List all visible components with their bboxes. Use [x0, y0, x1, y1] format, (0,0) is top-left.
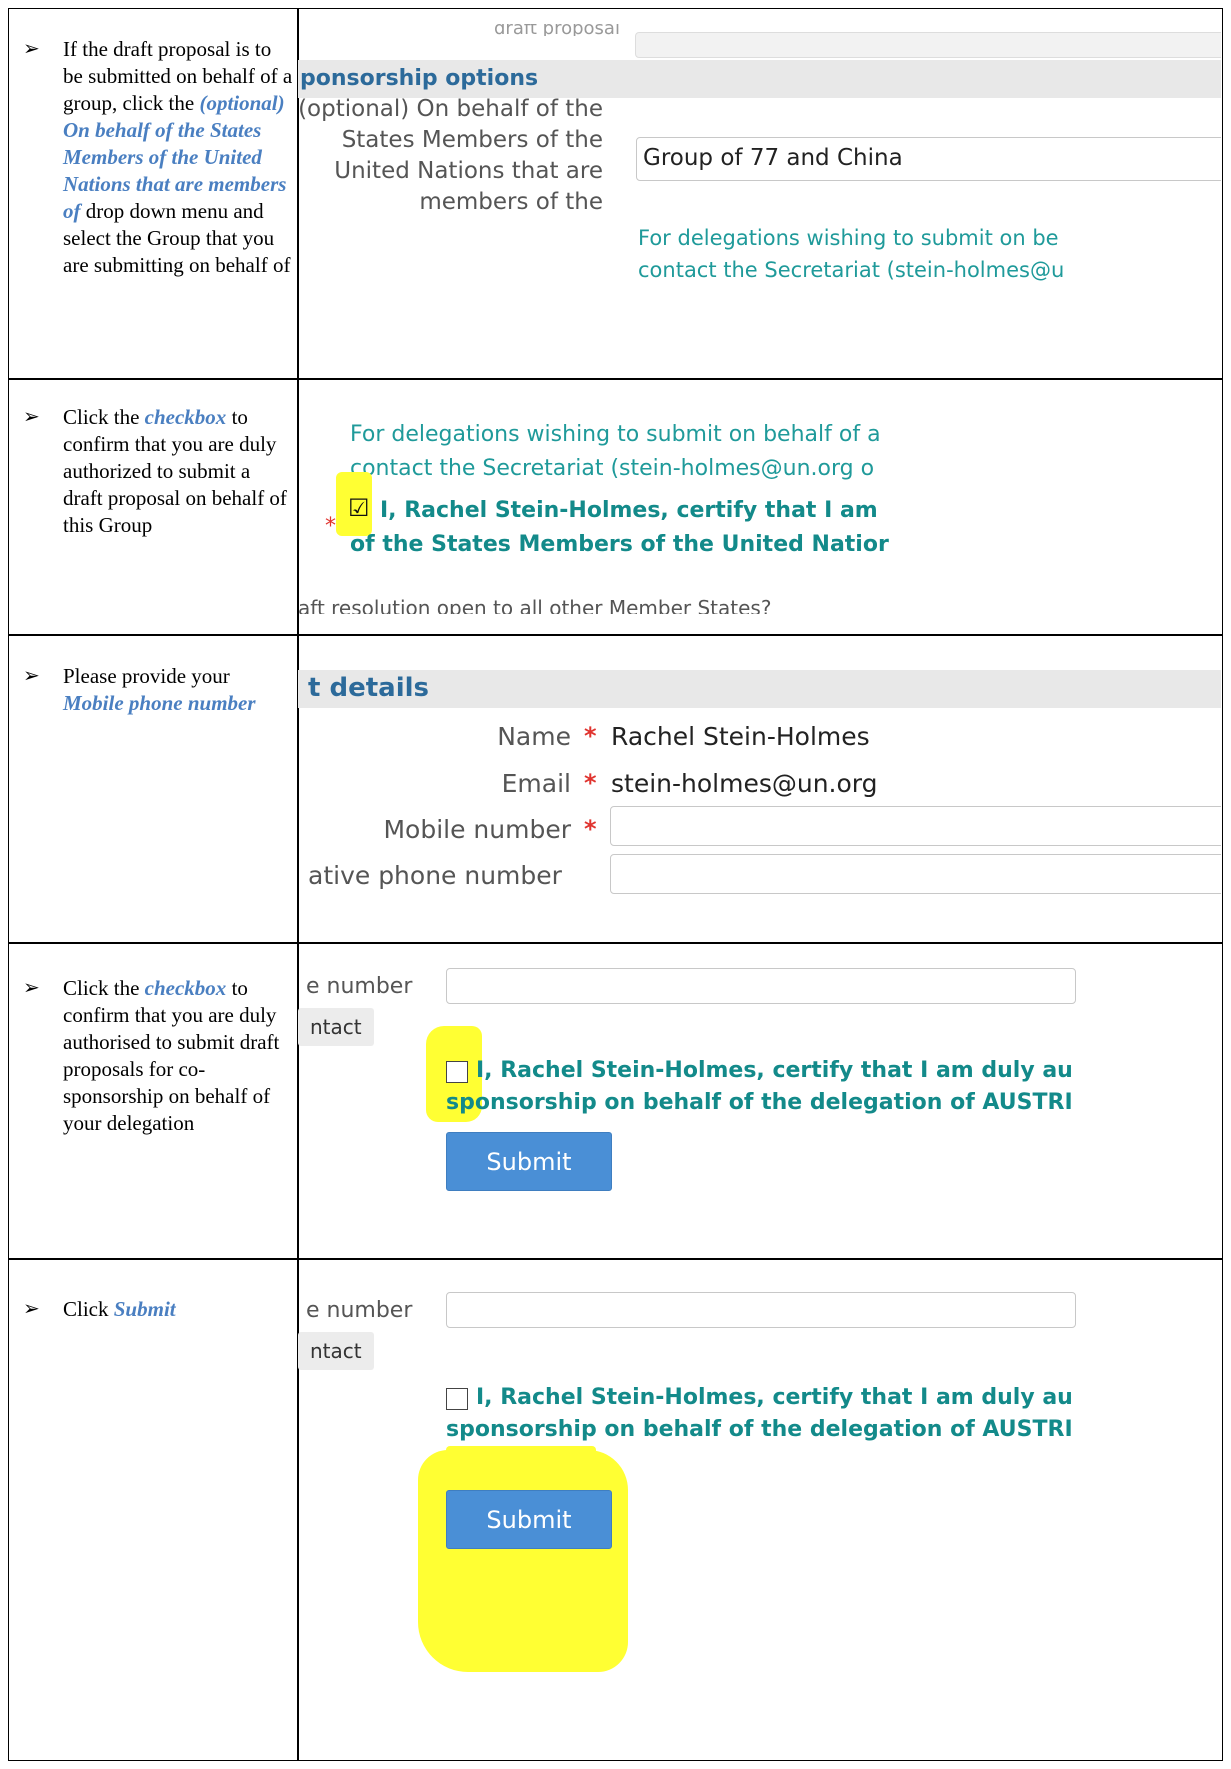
phone-label: e number [306, 1298, 413, 1323]
instruction-text: If the draft proposal is to be submitted… [63, 36, 293, 279]
cropped-text: draft proposal [494, 24, 620, 36]
instruction-text-part: drop down menu and select the Group that… [63, 199, 291, 277]
screenshot-delegation-certification: e number ntact I, Rachel Stein-Holmes, c… [298, 944, 1221, 1258]
group-certify-checkbox[interactable]: ☑ [348, 494, 370, 522]
instruction-cell-1: ➢ If the draft proposal is to be submitt… [8, 10, 297, 378]
required-star: * [325, 514, 336, 539]
email-label: Email [501, 769, 571, 798]
instruction-text: Click the checkbox to confirm that you a… [63, 404, 293, 539]
certify-line: I, Rachel Stein-Holmes, certify that I a… [476, 1058, 1073, 1083]
contact-button[interactable]: ntact [298, 1332, 374, 1370]
screenshot-group-certification: For delegations wishing to submit on beh… [298, 380, 1221, 634]
draft-proposal-field[interactable] [635, 32, 1221, 58]
mobile-number-input[interactable] [610, 806, 1221, 846]
delegation-certify-checkbox[interactable] [446, 1388, 468, 1410]
group-label-line: (optional) On behalf of the [298, 96, 603, 122]
instruction-text: Click Submit [63, 1296, 293, 1323]
required-star: * [584, 815, 597, 843]
alt-phone-label: ative phone number [308, 861, 562, 890]
section-title: t details [308, 673, 429, 703]
group-label-line: United Nations that are [334, 158, 603, 184]
delegation-certify-checkbox[interactable] [446, 1061, 468, 1083]
instruction-text-part: Please provide your [63, 664, 230, 688]
arrow-bullet-icon: ➢ [23, 38, 40, 60]
phone-input[interactable] [446, 1292, 1076, 1328]
highlighted-term: checkbox [144, 976, 227, 1000]
email-value: stein-holmes@un.org [611, 769, 878, 798]
cropped-question-text: aft resolution open to all other Member … [298, 596, 772, 614]
name-value: Rachel Stein-Holmes [611, 722, 870, 751]
secretariat-note-line: For delegations wishing to submit on be [638, 226, 1059, 250]
submit-button[interactable]: Submit [446, 1490, 612, 1549]
screenshot-contact-details: t details Name * Rachel Stein-Holmes Ema… [298, 636, 1221, 942]
group-label-line: members of the [419, 189, 603, 215]
mobile-label: Mobile number [383, 815, 571, 844]
contact-button-label: ntact [310, 1015, 362, 1039]
instruction-text-part: Click [63, 1297, 114, 1321]
instruction-cell-4: ➢ Click the checkbox to confirm that you… [8, 944, 297, 1258]
instruction-cell-5: ➢ Click Submit [8, 1260, 297, 1760]
highlight-marker [446, 1446, 596, 1460]
certify-line: I, Rachel Stein-Holmes, certify that I a… [380, 498, 878, 523]
phone-label: e number [306, 974, 413, 999]
alt-phone-input[interactable] [610, 854, 1221, 894]
highlighted-term: Mobile phone number [63, 691, 256, 715]
certify-line: of the States Members of the United Nati… [350, 532, 889, 557]
secretariat-note-line: contact the Secretariat (stein-holmes@u [638, 258, 1065, 282]
required-star: * [584, 769, 597, 797]
section-header: ponsorship options [298, 60, 1221, 98]
screenshot-submit: e number ntact I, Rachel Stein-Holmes, c… [298, 1260, 1221, 1760]
arrow-bullet-icon: ➢ [23, 406, 40, 428]
required-star: * [584, 722, 597, 750]
name-label: Name [497, 722, 571, 751]
highlighted-term: checkbox [144, 405, 227, 429]
highlight-marker [418, 1450, 628, 1672]
secretariat-note-line: contact the Secretariat (stein-holmes@un… [350, 456, 875, 481]
instruction-cell-3: ➢ Please provide your Mobile phone numbe… [8, 636, 297, 942]
contact-button[interactable]: ntact [298, 1008, 374, 1046]
group-label-line: States Members of the [341, 127, 603, 153]
highlighted-term: Submit [113, 1297, 176, 1321]
submit-button[interactable]: Submit [446, 1132, 612, 1191]
instruction-cell-2: ➢ Click the checkbox to confirm that you… [8, 380, 297, 634]
section-header: t details [298, 670, 1221, 708]
instruction-text: Please provide your Mobile phone number [63, 663, 293, 717]
arrow-bullet-icon: ➢ [23, 977, 40, 999]
certify-line: sponsorship on behalf of the delegation … [446, 1417, 1073, 1442]
group-select-value: Group of 77 and China [643, 145, 903, 171]
instruction-text-part: Click the [63, 976, 145, 1000]
screenshot-sponsorship-options: draft proposal ponsorship options (optio… [298, 10, 1221, 378]
arrow-bullet-icon: ➢ [23, 665, 40, 687]
arrow-bullet-icon: ➢ [23, 1298, 40, 1320]
instruction-text-part: Click the [63, 405, 145, 429]
certify-line: sponsorship on behalf of the delegation … [446, 1090, 1073, 1115]
certify-line: I, Rachel Stein-Holmes, certify that I a… [476, 1385, 1073, 1410]
phone-input[interactable] [446, 968, 1076, 1004]
contact-button-label: ntact [310, 1339, 362, 1363]
section-title: ponsorship options [300, 66, 539, 91]
group-select[interactable]: Group of 77 and China [636, 137, 1221, 181]
instruction-text: Click the checkbox to confirm that you a… [63, 975, 293, 1137]
secretariat-note-line: For delegations wishing to submit on beh… [350, 422, 881, 447]
